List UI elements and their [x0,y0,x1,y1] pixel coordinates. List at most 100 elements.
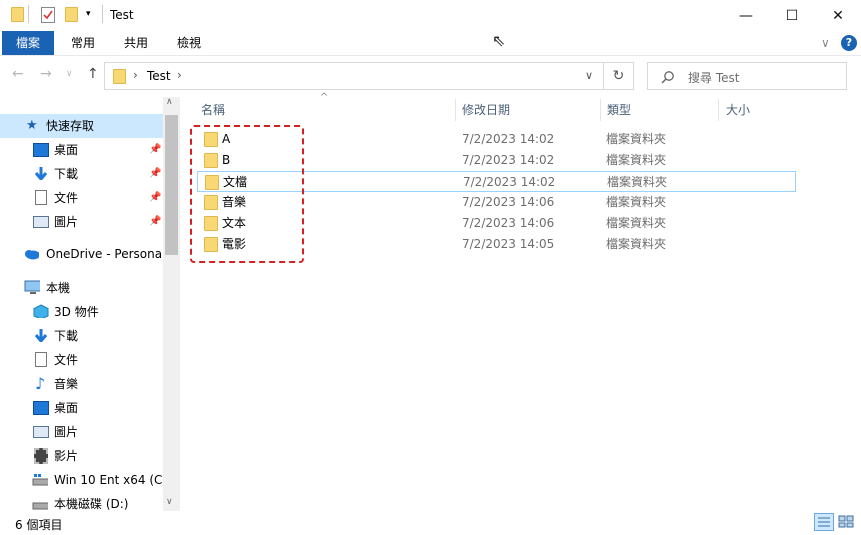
breadcrumb-item[interactable]: Test [147,69,171,83]
forward-button[interactable]: → [40,66,52,82]
sidebar-item-label: 下載 [54,329,79,343]
search-input[interactable]: 搜尋 Test [688,69,739,86]
file-type: 檔案資料夾 [606,132,667,146]
ribbon-collapse-icon[interactable]: ∨ [821,36,830,50]
file-type: 檔案資料夾 [606,195,667,209]
navigation-pane: ★ 快速存取 桌面 📌 下載 📌 文件 📌 圖片 📌 OneDrive - Pe… [0,97,181,511]
maximize-button[interactable]: ☐ [769,0,815,31]
mouse-cursor-icon: ⇖ [492,31,506,50]
refresh-button[interactable]: ↻ [604,62,634,90]
windows-drive-icon [32,474,48,486]
pictures-icon [33,216,49,228]
sidebar-item-label: 影片 [54,449,79,463]
sidebar-item-label: 快速存取 [46,119,95,133]
file-date: 7/2/2023 14:02 [463,175,556,189]
sidebar-item-quick-access[interactable]: ★ 快速存取 [0,114,163,138]
column-separator[interactable] [455,99,456,121]
customize-qat-icon[interactable]: ▾ [86,9,91,19]
annotation-highlight-box [190,125,304,263]
sidebar-item-label: 本機 [46,281,71,295]
up-button[interactable]: ↑ [87,66,99,82]
sidebar-item-label: 音樂 [54,377,79,391]
document-icon [35,190,47,205]
sidebar-item-music[interactable]: ♪ 音樂 [0,372,163,396]
sidebar-item-this-pc[interactable]: 本機 [0,276,163,300]
file-type: 檔案資料夾 [606,216,667,230]
recent-locations-button[interactable]: ∨ [66,69,73,79]
sidebar-item-downloads-pc[interactable]: 下載 [0,324,163,348]
document-icon [35,352,47,367]
folder-icon [11,7,24,22]
sidebar-item-documents[interactable]: 文件 📌 [0,186,163,210]
pictures-icon [33,426,49,438]
desktop-icon [33,143,49,157]
file-date: 7/2/2023 14:06 [462,195,555,209]
address-bar[interactable]: › Test › ∨ [104,62,604,90]
title-bar: ▾ Test — ☐ ✕ [0,0,861,31]
sidebar-item-label: Win 10 Ent x64 (C:) [54,473,172,487]
status-bar [0,511,861,535]
tab-share[interactable]: 共用 [116,31,156,55]
sidebar-item-onedrive[interactable]: OneDrive - Personal [0,242,165,266]
separator [28,5,29,23]
sidebar-item-pictures-pc[interactable]: 圖片 [0,420,163,444]
tab-home[interactable]: 常用 [63,31,103,55]
download-icon [34,329,48,342]
breadcrumb-separator[interactable]: › [133,68,138,82]
column-header-name[interactable]: 名稱 [201,97,451,123]
properties-icon[interactable] [41,7,55,23]
search-box[interactable]: 搜尋 Test [647,62,847,90]
sidebar-item-downloads[interactable]: 下載 📌 [0,162,163,186]
pin-icon[interactable]: 📌 [149,138,161,162]
details-view-button[interactable] [814,513,834,531]
scroll-down-icon[interactable]: ∨ [166,497,173,507]
sidebar-item-3d-objects[interactable]: 3D 物件 [0,300,163,324]
large-icons-view-button[interactable] [837,513,857,531]
close-button[interactable]: ✕ [815,0,861,31]
video-icon [34,448,48,464]
back-button[interactable]: ← [12,66,24,82]
column-separator[interactable] [718,99,719,121]
tab-view[interactable]: 檢視 [169,31,209,55]
scrollbar-thumb[interactable] [165,115,178,255]
sidebar-item-drive-c[interactable]: Win 10 Ent x64 (C:) [0,468,171,492]
sidebar-item-label: 下載 [54,167,79,181]
file-date: 7/2/2023 14:06 [462,216,555,230]
folder-icon [113,69,126,84]
minimize-button[interactable]: — [723,0,769,31]
separator [102,5,103,23]
sidebar-item-label: 3D 物件 [54,305,99,319]
search-icon [661,71,674,84]
large-icons-view-icon [838,515,854,528]
sidebar-item-documents-pc[interactable]: 文件 [0,348,163,372]
help-icon[interactable]: ? [841,35,857,51]
file-type: 檔案資料夾 [607,175,668,189]
sidebar-item-desktop[interactable]: 桌面 📌 [0,138,163,162]
column-header-date[interactable]: 修改日期 [462,97,597,123]
pin-icon[interactable]: 📌 [149,210,161,234]
new-folder-icon[interactable] [65,7,78,22]
sidebar-item-label: 圖片 [54,215,79,229]
item-count: 6 個項目 [15,518,63,532]
file-date: 7/2/2023 14:05 [462,237,555,251]
sidebar-item-pictures[interactable]: 圖片 📌 [0,210,163,234]
sidebar-item-videos[interactable]: 影片 [0,444,163,468]
sidebar-item-desktop-pc[interactable]: 桌面 [0,396,163,420]
column-header-size[interactable]: 大小 [726,97,786,123]
tab-file[interactable]: 檔案 [2,31,54,55]
sidebar-item-label: 文件 [54,353,79,367]
sidebar-item-drive-d[interactable]: 本機磁碟 (D:) [0,492,163,511]
pin-icon[interactable]: 📌 [149,186,161,210]
download-icon [34,167,48,180]
file-type: 檔案資料夾 [606,237,667,251]
pin-icon[interactable]: 📌 [149,162,161,186]
sidebar-item-label: 桌面 [54,143,79,157]
sidebar-item-label: 文件 [54,191,79,205]
window-title: Test [110,8,134,22]
address-dropdown-icon[interactable]: ∨ [585,69,593,82]
column-separator[interactable] [600,99,601,121]
breadcrumb-separator[interactable]: › [177,68,182,82]
scroll-up-icon[interactable]: ∧ [166,97,173,107]
cloud-icon [25,250,39,260]
column-header-type[interactable]: 類型 [607,97,707,123]
